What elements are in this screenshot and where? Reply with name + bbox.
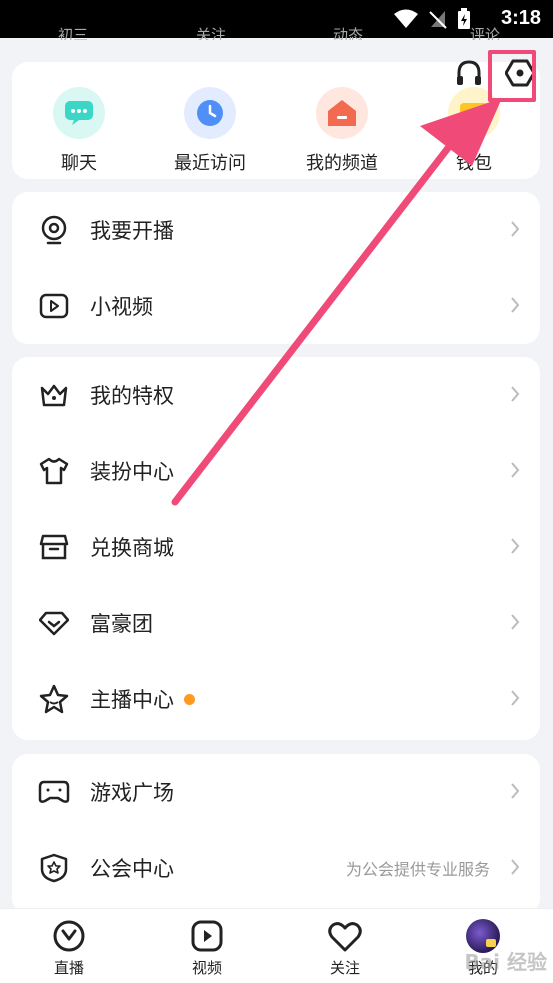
play-icon	[36, 288, 72, 324]
menu-label: 我的特权	[90, 384, 174, 408]
quick-label: 最近访问	[174, 153, 246, 174]
quick-recent[interactable]: 最近访问	[155, 87, 265, 175]
nav-label: 关注	[329, 959, 360, 977]
gamepad-icon	[36, 774, 72, 810]
webcam-icon	[36, 212, 72, 248]
chevron-right-icon	[511, 859, 520, 875]
headphones-icon[interactable]	[455, 59, 483, 87]
nav-follow[interactable]: 关注	[305, 917, 385, 978]
menu-group-privileges: 我的特权 装扮中心 兑换商城 富豪团 主播中心	[12, 357, 540, 740]
ghost-tab: 评论	[470, 26, 501, 40]
menu-row-anchor-center[interactable]: 主播中心	[12, 661, 540, 737]
scrolled-tab-strip: 初三 关注 动态 评论	[0, 24, 553, 40]
watermark-logo: Bai 经验	[464, 950, 547, 974]
menu-label: 兑换商城	[90, 536, 174, 560]
menu-label: 装扮中心	[90, 460, 174, 484]
ghost-tab: 初三	[58, 26, 89, 40]
nav-live[interactable]: 直播	[29, 917, 109, 978]
menu-row-tycoon-group[interactable]: 富豪团	[12, 585, 540, 661]
nav-label: 视频	[191, 959, 222, 977]
menu-row-guild-center[interactable]: 公会中心 为公会提供专业服务	[12, 830, 540, 906]
menu-label: 小视频	[90, 295, 153, 319]
crown-icon	[36, 377, 72, 413]
tshirt-icon	[36, 453, 72, 489]
chevron-right-icon	[511, 386, 520, 402]
store-icon	[36, 529, 72, 565]
nav-video[interactable]: 视频	[167, 917, 247, 978]
quick-label: 钱包	[456, 153, 492, 174]
menu-label: 主播中心	[90, 688, 174, 712]
heart-icon	[305, 917, 385, 953]
house-icon	[316, 87, 368, 139]
menu-group-broadcast: 我要开播 小视频	[12, 192, 540, 344]
menu-row-short-video[interactable]: 小视频	[12, 268, 540, 344]
video-icon	[167, 917, 247, 953]
quick-label: 聊天	[61, 153, 97, 174]
chevron-right-icon	[511, 538, 520, 554]
menu-label: 我要开播	[90, 219, 174, 243]
menu-group-games: 游戏广场 公会中心 为公会提供专业服务	[12, 754, 540, 914]
menu-row-game-plaza[interactable]: 游戏广场	[12, 754, 540, 830]
chevron-right-icon	[511, 783, 520, 799]
menu-row-dressup[interactable]: 装扮中心	[12, 433, 540, 509]
ghost-tab: 动态	[333, 26, 364, 40]
menu-label: 富豪团	[90, 612, 153, 636]
chat-bubble-icon	[53, 87, 105, 139]
ghost-tab: 关注	[196, 26, 227, 40]
live-icon	[29, 917, 109, 953]
chevron-right-icon	[511, 462, 520, 478]
menu-label: 游戏广场	[90, 781, 174, 805]
bottom-nav: 直播 视频 关注 我的 Bai 经验	[0, 908, 553, 983]
quick-chat[interactable]: 聊天	[24, 87, 134, 175]
menu-label: 公会中心	[90, 857, 174, 881]
menu-subtext: 为公会提供专业服务	[345, 860, 490, 879]
clock-icon	[184, 87, 236, 139]
quick-label: 我的频道	[306, 153, 378, 174]
menu-row-privileges[interactable]: 我的特权	[12, 357, 540, 433]
menu-row-exchange-store[interactable]: 兑换商城	[12, 509, 540, 585]
chevron-right-icon	[511, 614, 520, 630]
notification-dot	[184, 693, 195, 705]
shield-star-icon	[36, 850, 72, 886]
settings-highlight-box	[488, 50, 536, 102]
diamond-icon	[36, 605, 72, 641]
nav-label: 直播	[53, 959, 84, 977]
chevron-right-icon	[511, 221, 520, 237]
chevron-right-icon	[511, 690, 520, 706]
quick-channel[interactable]: 我的频道	[287, 87, 397, 175]
menu-row-start-live[interactable]: 我要开播	[12, 192, 540, 268]
star-icon	[36, 681, 72, 717]
chevron-right-icon	[511, 297, 520, 313]
